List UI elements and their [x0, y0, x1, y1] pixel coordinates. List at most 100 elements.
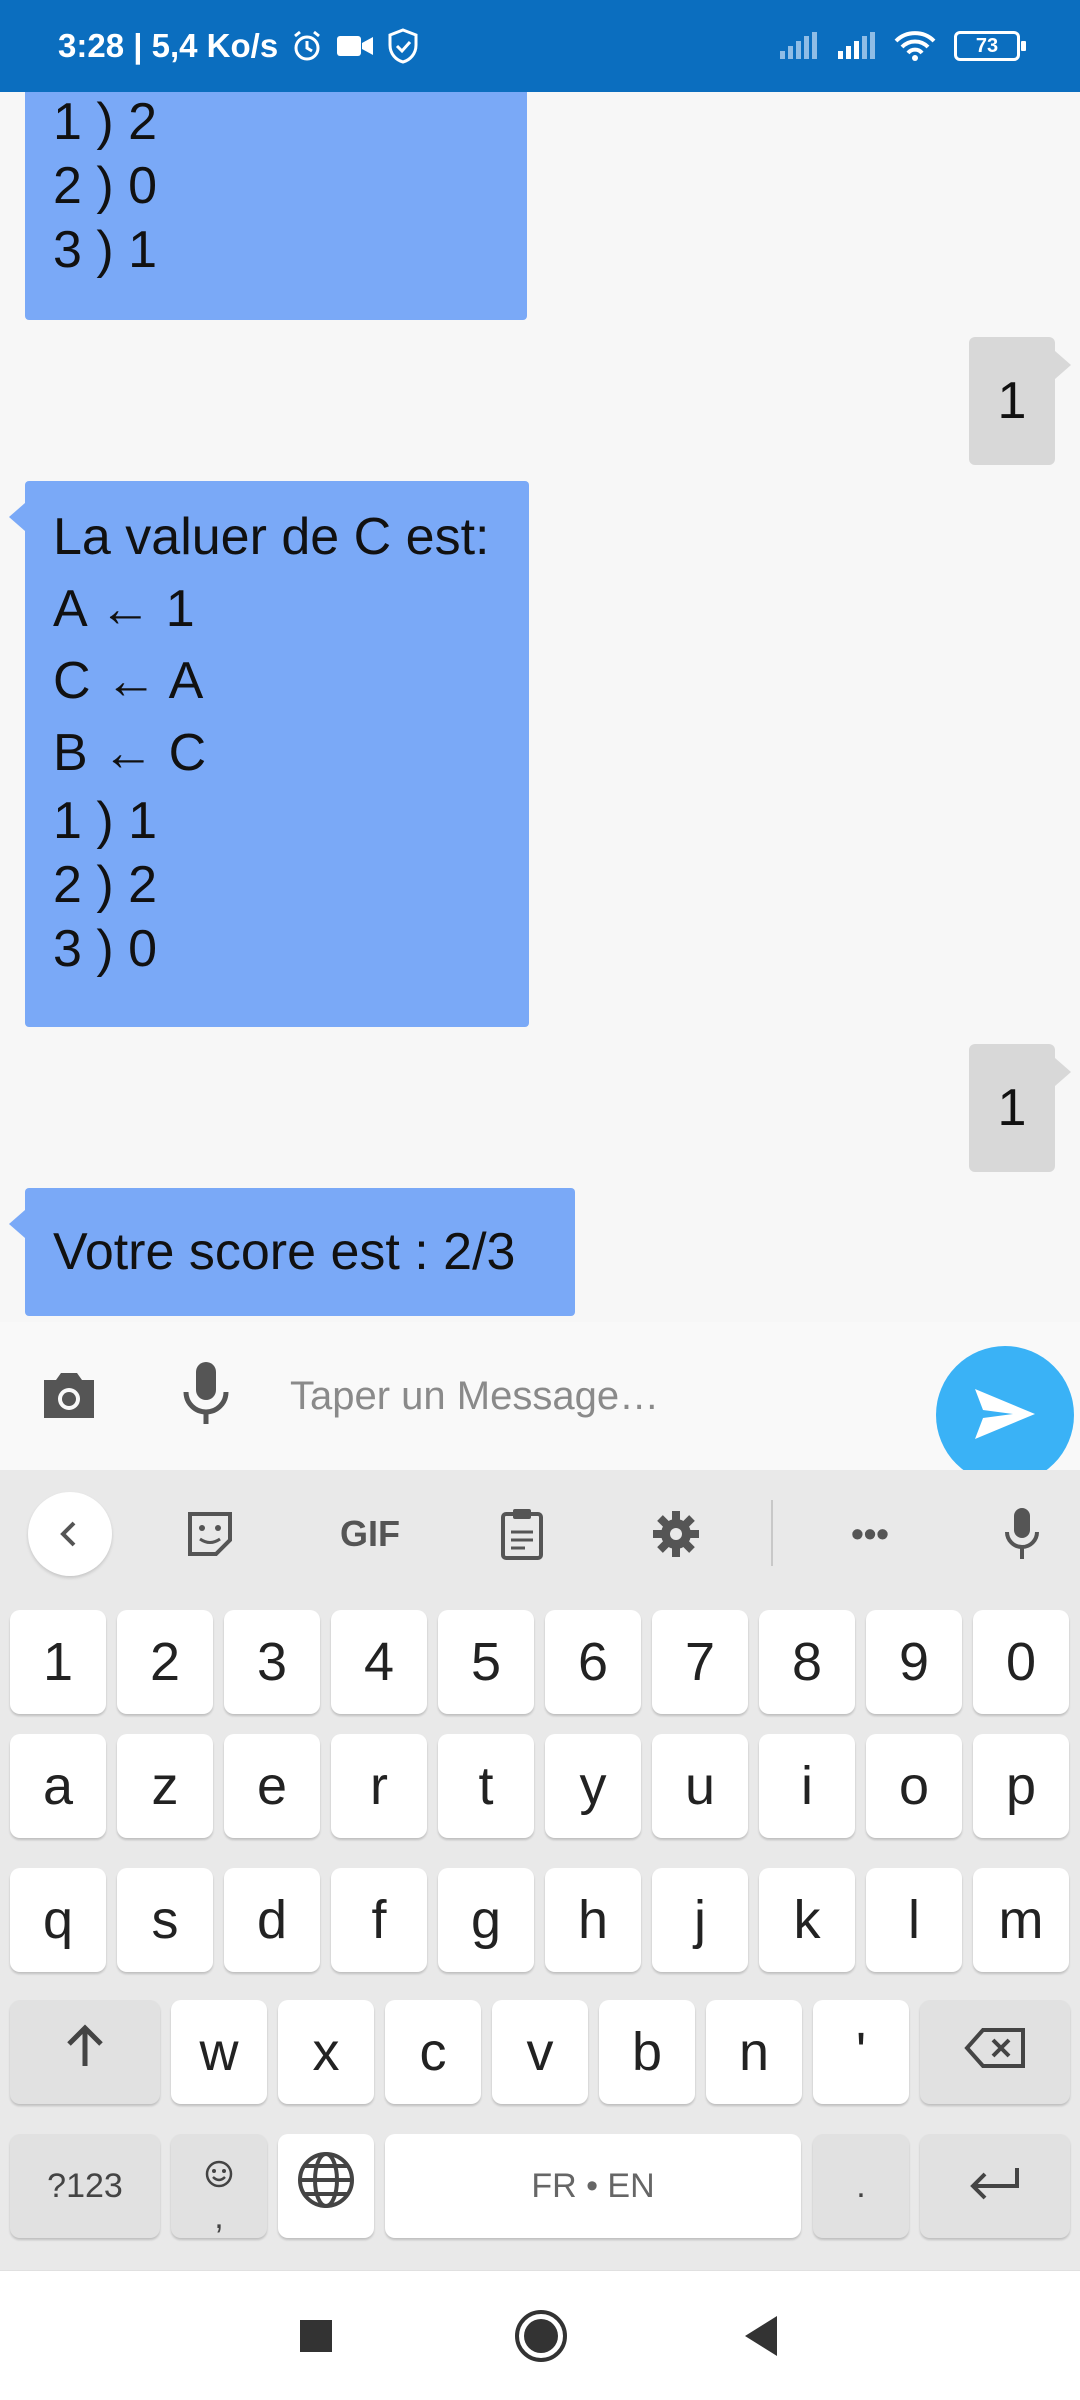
symbols-label: ?123 [47, 2166, 123, 2205]
key-b[interactable]: b [599, 2000, 695, 2104]
key-x[interactable]: x [278, 2000, 374, 2104]
key-1[interactable]: 1 [10, 1610, 106, 1714]
score-text: Votre score est : 2/3 [53, 1223, 516, 1281]
backspace-key[interactable] [920, 2000, 1070, 2104]
message-line: 3 ) 1 [53, 221, 158, 279]
message-line: B ← C [53, 724, 207, 782]
recents-icon[interactable] [281, 2301, 351, 2371]
user-reply-2: 1 [969, 1044, 1071, 1172]
bot-message-3: Votre score est : 2/3 [9, 1188, 575, 1316]
message-line: 3 ) 0 [53, 920, 158, 978]
video-camera-icon [336, 32, 374, 60]
language-key[interactable] [278, 2134, 374, 2238]
message-line: 1 ) 1 [53, 792, 158, 850]
key-7[interactable]: 7 [652, 1610, 748, 1714]
chat-area[interactable]: 1 ) 2 2 ) 0 3 ) 1 1 La valuer de C est: … [0, 92, 1080, 1322]
key-h[interactable]: h [545, 1868, 641, 1972]
key-4[interactable]: 4 [331, 1610, 427, 1714]
key-d[interactable]: d [224, 1868, 320, 1972]
enter-key[interactable] [920, 2134, 1070, 2238]
key-l[interactable]: l [866, 1868, 962, 1972]
send-button[interactable] [936, 1346, 1074, 1484]
key-c[interactable]: c [385, 2000, 481, 2104]
key-apostrophe[interactable]: ' [813, 2000, 909, 2104]
status-time-speed: 3:28 | 5,4 Ko/s [58, 27, 279, 64]
bot-message-2: La valuer de C est: A ← 1 C ← A B ← C 1 … [9, 481, 529, 1027]
key-z[interactable]: z [117, 1734, 213, 1838]
key-e[interactable]: e [224, 1734, 320, 1838]
camera-icon[interactable] [36, 1362, 102, 1428]
space-key[interactable]: FR • EN [385, 2134, 801, 2238]
key-f[interactable]: f [331, 1868, 427, 1972]
shift-key[interactable] [10, 2000, 160, 2104]
key-w[interactable]: w [171, 2000, 267, 2104]
key-i[interactable]: i [759, 1734, 855, 1838]
backspace-icon [963, 2021, 1027, 2083]
signal-icon [836, 31, 876, 61]
shift-icon [61, 2021, 109, 2083]
keyboard-toolbar: GIF ••• [0, 1470, 1080, 1594]
key-a[interactable]: a [10, 1734, 106, 1838]
status-left: 3:28 | 5,4 Ko/s [58, 0, 420, 92]
key-9[interactable]: 9 [866, 1610, 962, 1714]
emoji-icon [204, 2140, 234, 2202]
battery-level: 73 [975, 34, 999, 57]
toolbar-divider [771, 1500, 773, 1566]
key-5[interactable]: 5 [438, 1610, 534, 1714]
key-r[interactable]: r [331, 1734, 427, 1838]
microphone-icon[interactable] [980, 1492, 1064, 1576]
clipboard-icon[interactable] [480, 1492, 564, 1576]
message-input[interactable] [290, 1358, 890, 1434]
emoji-comma-key[interactable]: , [171, 2134, 267, 2238]
status-right: 73 [778, 0, 1026, 92]
back-icon[interactable] [726, 2301, 796, 2371]
status-bar: 3:28 | 5,4 Ko/s 73 [0, 0, 1080, 92]
key-n[interactable]: n [706, 2000, 802, 2104]
message-line: 1 ) 2 [53, 93, 158, 151]
globe-icon [296, 2150, 356, 2223]
send-icon [973, 1387, 1037, 1444]
key-3[interactable]: 3 [224, 1610, 320, 1714]
user-reply-1: 1 [969, 337, 1071, 465]
shield-icon [386, 28, 420, 64]
message-line: C ← A [53, 652, 204, 710]
message-line: 2 ) 2 [53, 856, 158, 914]
key-k[interactable]: k [759, 1868, 855, 1972]
key-m[interactable]: m [973, 1868, 1069, 1972]
gear-icon[interactable] [634, 1492, 718, 1576]
message-line: La valuer de C est: [53, 508, 490, 566]
navigation-bar [0, 2270, 1080, 2400]
home-icon[interactable] [506, 2301, 576, 2371]
period-key[interactable]: . [813, 2134, 909, 2238]
comma-label: , [214, 2198, 224, 2236]
key-2[interactable]: 2 [117, 1610, 213, 1714]
key-q[interactable]: q [10, 1868, 106, 1972]
key-t[interactable]: t [438, 1734, 534, 1838]
message-line: 2 ) 0 [53, 157, 158, 215]
symbols-key[interactable]: ?123 [10, 2134, 160, 2238]
alarm-icon [290, 29, 324, 63]
key-u[interactable]: u [652, 1734, 748, 1838]
chevron-left-icon[interactable] [28, 1492, 112, 1576]
key-j[interactable]: j [652, 1868, 748, 1972]
gif-label: GIF [340, 1513, 400, 1554]
key-s[interactable]: s [117, 1868, 213, 1972]
key-g[interactable]: g [438, 1868, 534, 1972]
gif-button[interactable]: GIF [320, 1492, 420, 1576]
enter-icon [967, 2155, 1023, 2217]
battery-icon: 73 [954, 31, 1026, 61]
user-reply-text: 1 [997, 1079, 1027, 1137]
key-v[interactable]: v [492, 2000, 588, 2104]
user-reply-text: 1 [997, 372, 1027, 430]
microphone-icon[interactable] [176, 1358, 236, 1430]
more-label: ••• [851, 1513, 889, 1554]
more-button[interactable]: ••• [828, 1492, 912, 1576]
key-p[interactable]: p [973, 1734, 1069, 1838]
key-o[interactable]: o [866, 1734, 962, 1838]
key-0[interactable]: 0 [973, 1610, 1069, 1714]
period-label: . [856, 2166, 866, 2205]
sticker-icon[interactable] [168, 1492, 252, 1576]
key-6[interactable]: 6 [545, 1610, 641, 1714]
key-8[interactable]: 8 [759, 1610, 855, 1714]
key-y[interactable]: y [545, 1734, 641, 1838]
